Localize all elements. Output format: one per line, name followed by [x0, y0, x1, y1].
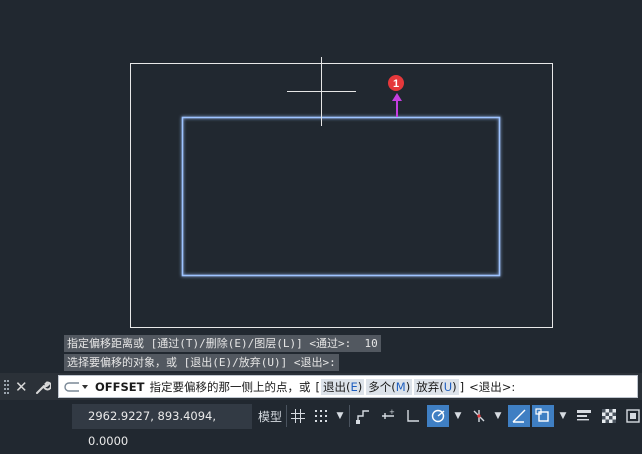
default-option: <退出>: — [469, 379, 516, 394]
direction-arrow-icon — [392, 93, 402, 117]
object-snap-dropdown-icon[interactable]: ▼ — [556, 405, 570, 427]
isodraft-icon[interactable] — [468, 405, 490, 427]
close-icon[interactable]: ✕ — [15, 373, 28, 400]
infer-constraints-icon[interactable] — [352, 405, 374, 427]
polar-tracking-icon[interactable] — [427, 405, 449, 427]
selection-cycling-icon[interactable] — [623, 405, 642, 427]
polar-dropdown-icon[interactable]: ▼ — [451, 405, 465, 427]
grid-icon[interactable] — [288, 405, 308, 427]
model-space-button[interactable]: 模型 — [255, 405, 285, 427]
drag-handle-icon[interactable] — [4, 373, 10, 400]
transparency-icon[interactable] — [598, 405, 620, 427]
isodraft-dropdown-icon[interactable]: ▼ — [491, 405, 505, 427]
command-history-line-1: 指定偏移距离或 [通过(T)/删除(E)/图层(L)] <通过>: 10 — [64, 335, 381, 352]
option-exit[interactable]: 退出(E) — [320, 378, 365, 395]
command-prompt: 指定要偏移的那一侧上的点，或 — [149, 379, 311, 394]
command-bar: ✕ OFFSET 指定要偏移的那一侧上的点，或 [ 退出(E) 多个(M) 放弃… — [0, 373, 642, 400]
lineweight-icon[interactable] — [573, 405, 595, 427]
snap-icon[interactable] — [311, 405, 331, 427]
close-bracket: ] — [459, 379, 465, 394]
ortho-icon[interactable] — [402, 405, 424, 427]
open-bracket: [ — [315, 379, 320, 394]
snap-dropdown-icon[interactable]: ▼ — [333, 405, 347, 427]
svg-text:+: + — [389, 408, 395, 416]
command-history-line-2: 选择要偏移的对象，或 [退出(E)/放弃(U)] <退出>: — [64, 354, 339, 371]
object-snap-icon[interactable] — [532, 405, 554, 427]
command-input[interactable]: OFFSET 指定要偏移的那一侧上的点，或 [ 退出(E) 多个(M) 放弃(U… — [58, 375, 638, 398]
divider — [349, 405, 350, 427]
crosshair-cursor — [287, 57, 356, 126]
option-multiple[interactable]: 多个(M) — [366, 378, 413, 395]
step-marker: 1 — [388, 75, 404, 91]
wrench-icon[interactable] — [35, 373, 51, 400]
drawing-canvas[interactable]: 1 — [0, 0, 642, 372]
status-bar: 2962.9227, 893.4094, 0.0000 模型 ▼ + ▼ ▼ ▼ — [0, 401, 642, 448]
offset-preview-rectangle — [181, 116, 501, 277]
step-marker-label: 1 — [393, 78, 399, 90]
command-name: OFFSET — [95, 379, 145, 394]
dynamic-input-icon[interactable]: + — [377, 405, 399, 427]
divider — [286, 405, 287, 427]
outer-rectangle[interactable] — [130, 63, 553, 328]
coordinates-display[interactable]: 2962.9227, 893.4094, 0.0000 — [72, 404, 252, 448]
drawing-svg: 1 — [130, 57, 553, 328]
option-undo[interactable]: 放弃(U) — [414, 378, 459, 395]
object-snap-tracking-icon[interactable] — [508, 405, 530, 427]
command-history-icon[interactable] — [63, 381, 89, 393]
